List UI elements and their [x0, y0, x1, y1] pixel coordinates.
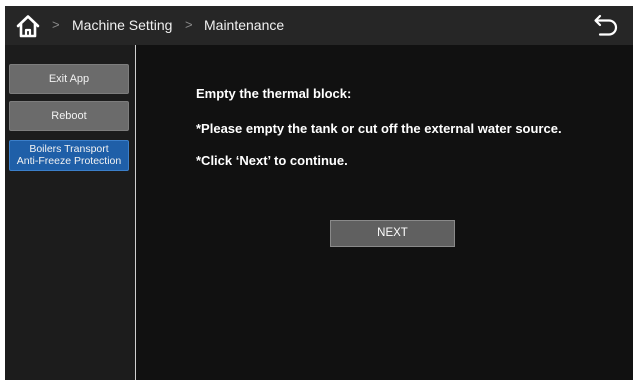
top-bar: > Machine Setting > Maintenance [5, 6, 633, 45]
page-title: Empty the thermal block: [196, 86, 352, 101]
home-icon [16, 15, 40, 38]
sidebar-item-anti-freeze-protection[interactable]: Boilers Transport Anti-Freeze Protection [9, 140, 129, 171]
app-screen: > Machine Setting > Maintenance Exit App… [5, 6, 633, 380]
instruction-empty-tank: *Please empty the tank or cut off the ex… [196, 121, 562, 136]
breadcrumb-machine-setting[interactable]: Machine Setting [72, 6, 172, 45]
instruction-click-next: *Click ‘Next’ to continue. [196, 153, 348, 168]
breadcrumb-separator: > [52, 17, 60, 32]
next-button[interactable]: NEXT [330, 220, 455, 247]
back-arrow-icon [594, 14, 618, 36]
sidebar-item-reboot[interactable]: Reboot [9, 101, 129, 131]
sidebar: Exit App Reboot Boilers Transport Anti-F… [5, 45, 136, 380]
home-button[interactable] [14, 12, 42, 40]
breadcrumb-maintenance: Maintenance [204, 17, 285, 33]
back-button[interactable] [592, 13, 620, 39]
sidebar-item-label-line1: Boilers Transport [29, 143, 109, 155]
sidebar-item-label-line2: Anti-Freeze Protection [16, 155, 122, 167]
main-content: Empty the thermal block: *Please empty t… [136, 45, 633, 380]
breadcrumb-separator: > [185, 17, 193, 32]
sidebar-item-exit-app[interactable]: Exit App [9, 64, 129, 94]
